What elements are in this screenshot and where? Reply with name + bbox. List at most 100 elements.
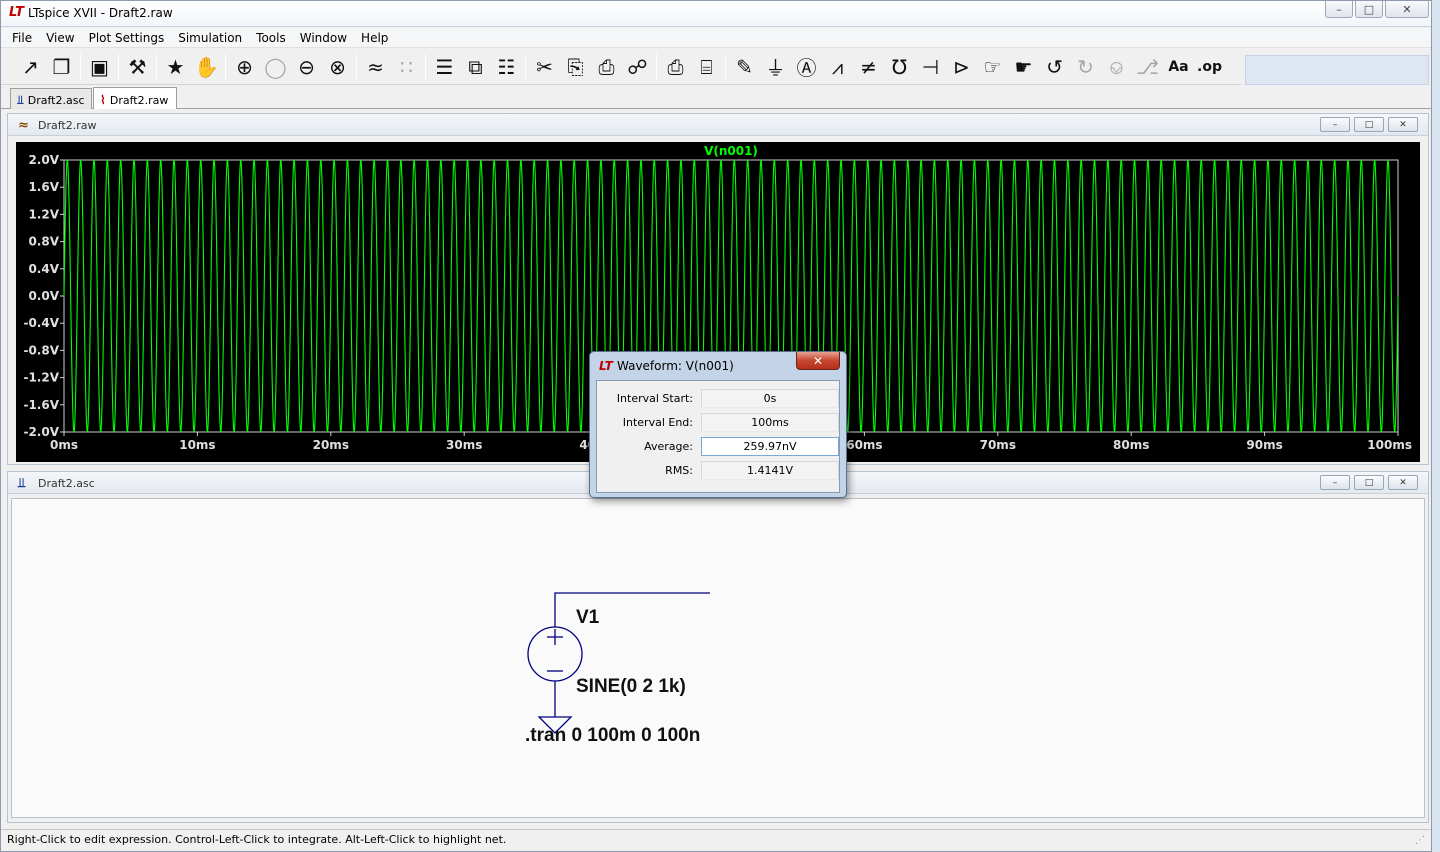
- ground-icon[interactable]: ⏚: [760, 52, 791, 82]
- y-tick-label: 1.2V: [28, 207, 59, 221]
- cascade-icon[interactable]: ⧉: [460, 52, 491, 82]
- menu-window[interactable]: Window: [293, 28, 354, 48]
- tile-vertical-icon[interactable]: ☷: [491, 52, 522, 82]
- menu-file[interactable]: File: [5, 28, 39, 48]
- dialog-title-bar: LT Waveform: V(n001) ✕: [590, 352, 846, 378]
- schematic-minimize-button[interactable]: –: [1320, 475, 1350, 490]
- component-name-label[interactable]: V1: [576, 607, 599, 629]
- spice-directive-icon[interactable]: .op: [1194, 52, 1225, 82]
- menu-simulation[interactable]: Simulation: [171, 28, 249, 48]
- menu-view[interactable]: View: [39, 28, 81, 48]
- undo-icon[interactable]: ↺: [1039, 52, 1070, 82]
- zoom-out-icon[interactable]: ⊖: [291, 52, 322, 82]
- component-value-label[interactable]: SINE(0 2 1k): [576, 676, 686, 698]
- schematic-window-title: Draft2.asc: [38, 477, 95, 490]
- schematic-maximize-button[interactable]: □: [1354, 475, 1384, 490]
- pan-icon[interactable]: ◯: [260, 52, 291, 82]
- zoom-in-icon[interactable]: ⊕: [229, 52, 260, 82]
- save-icon[interactable]: ▣: [84, 52, 115, 82]
- new-schematic-icon[interactable]: ↗: [15, 52, 46, 82]
- y-tick-label: -0.8V: [23, 343, 59, 357]
- toolbar-separator: [356, 53, 357, 80]
- autorange-icon[interactable]: ≈: [360, 52, 391, 82]
- diode-icon[interactable]: ⊣: [915, 52, 946, 82]
- schematic-close-button[interactable]: ✕: [1388, 475, 1418, 490]
- halt-hand-icon[interactable]: ✋: [191, 52, 222, 82]
- dialog-row-value[interactable]: 1.4141V: [701, 461, 839, 480]
- inductor-icon[interactable]: ℧: [884, 52, 915, 82]
- tile-horizontal-icon[interactable]: ☰: [429, 52, 460, 82]
- dialog-row-value[interactable]: 0s: [701, 389, 839, 408]
- dialog-body: Interval Start: 0s Interval End: 100ms Avera…: [596, 380, 840, 493]
- close-button[interactable]: ✕: [1385, 1, 1429, 18]
- mirror-icon[interactable]: ⎇: [1132, 52, 1163, 82]
- move-hand-icon[interactable]: ☞: [977, 52, 1008, 82]
- dialog-row-value[interactable]: 259.97nV: [701, 437, 839, 456]
- draw-wire-icon[interactable]: ✎: [729, 52, 760, 82]
- y-tick-label: -1.6V: [23, 398, 59, 412]
- resize-grip-icon[interactable]: ⋰: [1415, 835, 1425, 846]
- y-tick-label: 1.6V: [28, 180, 59, 194]
- menu-bar: File View Plot Settings Simulation Tools Wind…: [1, 28, 1431, 48]
- drag-hand-icon[interactable]: ☛: [1008, 52, 1039, 82]
- text-icon[interactable]: Aa: [1163, 52, 1194, 82]
- x-tick-label: 60ms: [846, 438, 882, 452]
- spice-directive-label[interactable]: .tran 0 100m 0 100n: [525, 725, 700, 747]
- toolbar-separator: [725, 53, 726, 80]
- window-controls: – □ ✕: [1325, 1, 1429, 18]
- status-text: Right-Click to edit expression. Control-…: [7, 833, 507, 846]
- window-title: LTspice XVII - Draft2.raw: [28, 6, 173, 20]
- x-tick-label: 80ms: [1113, 438, 1149, 452]
- waveform-window-controls: – □ ✕: [1320, 117, 1418, 132]
- dialog-row-label: Interval End:: [622, 416, 693, 429]
- paste-icon[interactable]: ⎙: [591, 52, 622, 82]
- capacitor-icon[interactable]: ≠: [853, 52, 884, 82]
- waveform-minimize-button[interactable]: –: [1320, 117, 1350, 132]
- schematic-canvas[interactable]: V1 SINE(0 2 1k) .tran 0 100m 0 100n: [11, 498, 1425, 818]
- tab-draft2-asc[interactable]: ⫫ Draft2.asc: [10, 88, 92, 109]
- trace-label[interactable]: V(n001): [704, 144, 758, 158]
- schematic-icon: ⫫: [17, 93, 24, 107]
- resistor-icon[interactable]: ⩘: [822, 52, 853, 82]
- toolbar: ↗ ❐ ▣ ⚒ ★ ✋ ⊕ ◯ ⊖ ⊗ ≈ ∷ ☰ ⧉ ☷ ✂ ⎘ ⎙ ☍ ⎙ ⌸ ✎ ⏚ Ⓐ ⩘ ≠ ℧ ⊣ ⊳ ☞ ☛ ↺ ↻ ⎉ ⎇ Aa .op: [1, 49, 1241, 85]
- schematic-window: ⫫ Draft2.asc – □ ✕ V1 SINE(0 2 1k) .tran…: [7, 471, 1429, 823]
- ltspice-logo-icon: LT: [9, 5, 24, 20]
- waveform-maximize-button[interactable]: □: [1354, 117, 1384, 132]
- menu-plot-settings[interactable]: Plot Settings: [82, 28, 172, 48]
- waveform-close-button[interactable]: ✕: [1388, 117, 1418, 132]
- label-net-icon[interactable]: Ⓐ: [791, 52, 822, 82]
- y-tick-label: 2.0V: [28, 153, 59, 167]
- x-tick-label: 90ms: [1246, 438, 1282, 452]
- toolbar-separator: [80, 53, 81, 80]
- status-bar: Right-Click to edit expression. Control-…: [1, 829, 1431, 851]
- maximize-button[interactable]: □: [1355, 1, 1383, 18]
- run-icon[interactable]: ★: [160, 52, 191, 82]
- print-setup-icon[interactable]: ⌸: [691, 52, 722, 82]
- ltspice-app-window: LT LTspice XVII - Draft2.raw – □ ✕ File V…: [0, 0, 1432, 852]
- waveform-window-title: Draft2.raw: [38, 119, 97, 132]
- menu-help[interactable]: Help: [354, 28, 395, 48]
- control-panel-icon[interactable]: ⚒: [122, 52, 153, 82]
- rotate-icon[interactable]: ⎉: [1101, 52, 1132, 82]
- dialog-row-value[interactable]: 100ms: [701, 413, 839, 432]
- waveform-icon: ⌇: [100, 93, 106, 107]
- toolbar-separator: [225, 53, 226, 80]
- cut-icon[interactable]: ✂: [529, 52, 560, 82]
- component-icon[interactable]: ⊳: [946, 52, 977, 82]
- dialog-close-button[interactable]: ✕: [796, 352, 840, 370]
- minimize-button[interactable]: –: [1325, 1, 1353, 18]
- open-folder-icon[interactable]: ❐: [46, 52, 77, 82]
- schematic-drawing: [527, 592, 710, 734]
- print-icon[interactable]: ⎙: [660, 52, 691, 82]
- tab-draft2-raw[interactable]: ⌇ Draft2.raw: [93, 87, 177, 109]
- find-binoculars-icon[interactable]: ☍: [622, 52, 653, 82]
- redo-icon[interactable]: ↻: [1070, 52, 1101, 82]
- menu-tools[interactable]: Tools: [249, 28, 293, 48]
- dialog-row: Interval End: 100ms: [597, 413, 839, 433]
- toolbar-separator: [525, 53, 526, 80]
- y-tick-label: -1.2V: [23, 371, 59, 385]
- toolbar-separator: [656, 53, 657, 80]
- zoom-fit-icon[interactable]: ⊗: [322, 52, 353, 82]
- copy-icon[interactable]: ⎘: [560, 52, 591, 82]
- grid-icon[interactable]: ∷: [391, 52, 422, 82]
